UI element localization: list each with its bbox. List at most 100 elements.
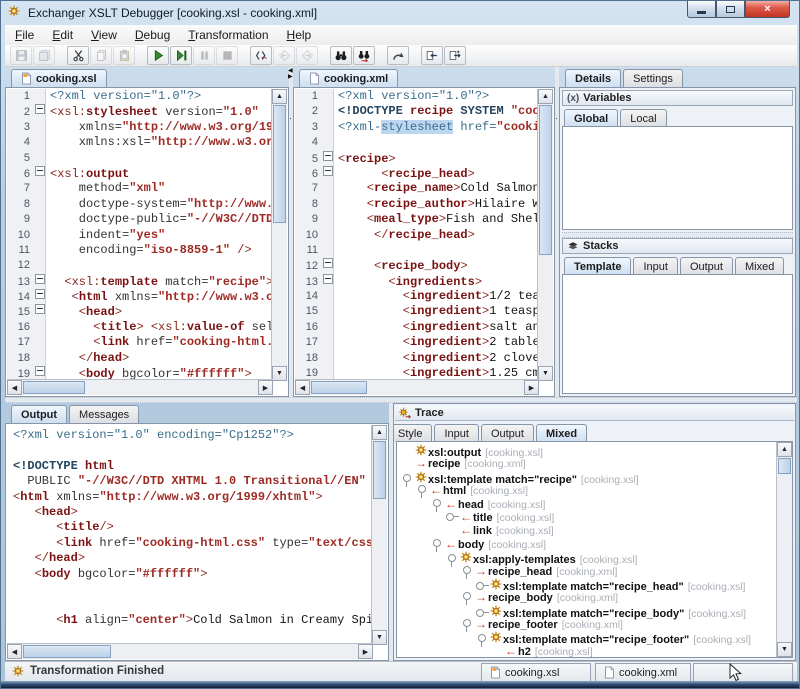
scroll-thumb[interactable] bbox=[23, 645, 111, 658]
trace-tab-input[interactable]: Input bbox=[434, 424, 478, 442]
trace-node[interactable]: ←html[cooking.xsl] bbox=[399, 484, 775, 497]
trace-node[interactable]: →recipe[cooking.xml] bbox=[399, 457, 775, 470]
tree-toggle-icon[interactable] bbox=[461, 619, 474, 629]
trace-node[interactable]: xsl:template match="recipe_footer"[cooki… bbox=[399, 631, 775, 644]
scroll-down-button[interactable]: ▼ bbox=[372, 630, 387, 645]
output-tab-output[interactable]: Output bbox=[11, 405, 67, 423]
menu-file[interactable]: File bbox=[7, 26, 42, 44]
tree-toggle-icon[interactable] bbox=[476, 581, 489, 591]
trace-node[interactable]: →recipe_head[cooking.xml] bbox=[399, 565, 775, 578]
tree-toggle-icon[interactable] bbox=[446, 512, 459, 522]
file-tab-empty[interactable] bbox=[693, 663, 793, 682]
scroll-right-button[interactable]: ▶ bbox=[258, 380, 273, 395]
fold-toggle-icon[interactable] bbox=[35, 274, 45, 284]
scroll-up-button[interactable]: ▲ bbox=[272, 89, 287, 104]
scroll-thumb[interactable] bbox=[311, 381, 367, 394]
xsl-horizontal-scrollbar[interactable]: ◀ ▶ bbox=[7, 379, 273, 395]
scroll-thumb[interactable] bbox=[539, 105, 552, 255]
variables-body[interactable] bbox=[562, 126, 793, 230]
run-button[interactable] bbox=[147, 46, 169, 65]
trace-node[interactable]: ←h2[cooking.xsl] bbox=[399, 645, 775, 657]
output-tab-messages[interactable]: Messages bbox=[69, 405, 139, 423]
tree-toggle-icon[interactable] bbox=[461, 592, 474, 602]
scroll-left-button[interactable]: ◀ bbox=[7, 380, 22, 395]
stacks-body[interactable] bbox=[562, 274, 793, 394]
find-next-button[interactable] bbox=[353, 46, 375, 65]
view-input-button[interactable] bbox=[421, 46, 443, 65]
scroll-thumb[interactable] bbox=[373, 441, 386, 499]
scroll-up-button[interactable]: ▲ bbox=[777, 442, 792, 457]
fold-toggle-icon[interactable] bbox=[35, 104, 45, 114]
fold-toggle-icon[interactable] bbox=[323, 151, 333, 161]
trace-vertical-scrollbar[interactable]: ▲ ▼ bbox=[776, 442, 792, 657]
menu-view[interactable]: View bbox=[83, 26, 125, 44]
fold-toggle-icon[interactable] bbox=[35, 366, 45, 376]
trace-tab-style[interactable]: Style bbox=[393, 424, 432, 442]
tab-settings[interactable]: Settings bbox=[623, 69, 683, 87]
trace-node[interactable]: ←title[cooking.xsl] bbox=[399, 511, 775, 524]
output-text-area[interactable]: <?xml version="1.0" encoding="Cp1252"?><… bbox=[7, 425, 373, 645]
menu-debug[interactable]: Debug bbox=[127, 26, 178, 44]
trace-node[interactable]: xsl:apply-templates[cooking.xsl] bbox=[399, 551, 775, 564]
close-button[interactable]: × bbox=[745, 1, 790, 18]
find-button[interactable] bbox=[330, 46, 352, 65]
tree-toggle-icon[interactable] bbox=[446, 554, 459, 564]
step-button[interactable] bbox=[170, 46, 192, 65]
trace-tree[interactable]: xsl:output[cooking.xsl]→recipe[cooking.x… bbox=[399, 444, 775, 657]
xml-vertical-scrollbar[interactable]: ▲ ▼ bbox=[537, 89, 553, 381]
tree-toggle-icon[interactable] bbox=[401, 474, 414, 484]
fold-toggle-icon[interactable] bbox=[323, 258, 333, 268]
xsl-code-area[interactable]: 1<?xml version="1.0"?>2<xsl:stylesheet v… bbox=[7, 89, 272, 381]
transform-button[interactable] bbox=[387, 46, 409, 65]
trace-node[interactable]: ←link[cooking.xsl] bbox=[399, 524, 775, 537]
scroll-right-button[interactable]: ▶ bbox=[524, 380, 539, 395]
menu-edit[interactable]: Edit bbox=[44, 26, 81, 44]
tree-toggle-icon[interactable] bbox=[416, 485, 429, 495]
tab-cooking-xml[interactable]: cooking.xml bbox=[299, 69, 398, 87]
stacks-tab-input[interactable]: Input bbox=[633, 257, 677, 275]
fold-toggle-icon[interactable] bbox=[323, 166, 333, 176]
stacks-tab-template[interactable]: Template bbox=[564, 257, 631, 275]
variables-tab-global[interactable]: Global bbox=[564, 109, 618, 127]
tree-toggle-icon[interactable] bbox=[461, 566, 474, 576]
xsl-vertical-scrollbar[interactable]: ▲ ▼ bbox=[271, 89, 287, 381]
xml-horizontal-scrollbar[interactable]: ◀ ▶ bbox=[295, 379, 539, 395]
tree-toggle-icon[interactable] bbox=[431, 539, 444, 549]
cut-button[interactable] bbox=[67, 46, 89, 65]
fold-toggle-icon[interactable] bbox=[323, 274, 333, 284]
trace-tab-output[interactable]: Output bbox=[481, 424, 534, 442]
file-tab-cooking-xml[interactable]: cooking.xml bbox=[595, 663, 691, 682]
output-vertical-scrollbar[interactable]: ▲ ▼ bbox=[371, 425, 387, 645]
variables-tab-local[interactable]: Local bbox=[620, 109, 666, 127]
trace-tab-mixed[interactable]: Mixed bbox=[536, 424, 587, 442]
minimize-button[interactable] bbox=[687, 1, 716, 18]
xml-code-area[interactable]: 1<?xml version="1.0"?>2<!DOCTYPE recipe … bbox=[295, 89, 538, 381]
trace-node[interactable]: xsl:template match="recipe_head"[cooking… bbox=[399, 578, 775, 591]
scroll-up-button[interactable]: ▲ bbox=[372, 425, 387, 440]
stacks-tab-output[interactable]: Output bbox=[680, 257, 733, 275]
scroll-left-button[interactable]: ◀ bbox=[295, 380, 310, 395]
tree-toggle-icon[interactable] bbox=[476, 634, 489, 644]
stacks-tab-mixed[interactable]: Mixed bbox=[735, 257, 784, 275]
scroll-thumb[interactable] bbox=[23, 381, 85, 394]
scroll-down-button[interactable]: ▼ bbox=[272, 366, 287, 381]
menu-help[interactable]: Help bbox=[279, 26, 320, 44]
trace-node[interactable]: xsl:template match="recipe"[cooking.xsl] bbox=[399, 471, 775, 484]
fold-toggle-icon[interactable] bbox=[35, 304, 45, 314]
menu-transformation[interactable]: Transformation bbox=[180, 26, 276, 44]
scroll-down-button[interactable]: ▼ bbox=[777, 642, 792, 657]
splitter-collapse-icon[interactable]: ◀▶ bbox=[288, 68, 293, 80]
output-horizontal-scrollbar[interactable]: ◀ ▶ bbox=[7, 643, 373, 659]
fold-toggle-icon[interactable] bbox=[35, 289, 45, 299]
trace-node[interactable]: ←head[cooking.xsl] bbox=[399, 498, 775, 511]
file-tab-cooking-xsl[interactable]: cooking.xsl bbox=[481, 663, 591, 682]
view-output-button[interactable] bbox=[444, 46, 466, 65]
scroll-up-button[interactable]: ▲ bbox=[538, 89, 553, 104]
trace-node[interactable]: →recipe_footer[cooking.xml] bbox=[399, 618, 775, 631]
tree-toggle-icon[interactable] bbox=[431, 499, 444, 509]
tree-toggle-icon[interactable] bbox=[476, 608, 489, 618]
goto-element-button[interactable] bbox=[250, 46, 272, 65]
trace-node[interactable]: →recipe_body[cooking.xml] bbox=[399, 591, 775, 604]
scroll-thumb[interactable] bbox=[273, 105, 286, 223]
trace-node[interactable]: ←body[cooking.xsl] bbox=[399, 538, 775, 551]
